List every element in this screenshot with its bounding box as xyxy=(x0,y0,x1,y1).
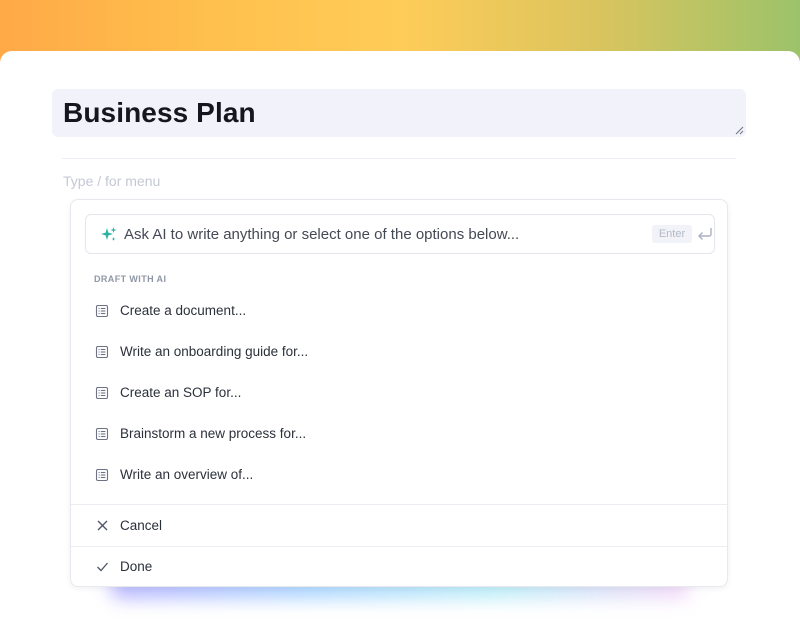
block-placeholder[interactable]: Type / for menu xyxy=(63,173,160,189)
ai-menu-panel: Enter DRAFT WITH AI Create a document... xyxy=(70,199,728,587)
list-icon xyxy=(95,468,109,482)
ai-prompt-box[interactable]: Enter xyxy=(85,214,715,254)
title-divider xyxy=(62,158,736,159)
menu-item-label: Create an SOP for... xyxy=(120,385,242,400)
done-label: Done xyxy=(120,559,153,574)
editor-card: Business Plan Type / for menu Enter DRAF… xyxy=(0,51,800,632)
enter-badge: Enter xyxy=(652,225,692,243)
menu-divider xyxy=(71,504,727,505)
close-icon xyxy=(97,520,108,531)
menu-item-create-sop[interactable]: Create an SOP for... xyxy=(71,374,727,412)
menu-item-label: Create a document... xyxy=(120,303,247,318)
menu-item-onboarding-guide[interactable]: Write an onboarding guide for... xyxy=(71,333,727,371)
menu-item-label: Write an onboarding guide for... xyxy=(120,344,309,359)
return-icon[interactable] xyxy=(696,225,714,243)
title-field[interactable]: Business Plan xyxy=(52,89,746,137)
document-title[interactable]: Business Plan xyxy=(63,97,256,129)
cancel-label: Cancel xyxy=(120,518,163,533)
resize-handle-icon[interactable] xyxy=(735,126,744,135)
section-label-draft-with-ai: DRAFT WITH AI xyxy=(94,274,167,284)
menu-item-label: Write an overview of... xyxy=(120,467,254,482)
list-icon xyxy=(95,386,109,400)
menu-item-brainstorm-process[interactable]: Brainstorm a new process for... xyxy=(71,415,727,453)
list-icon xyxy=(95,427,109,441)
cancel-button[interactable]: Cancel xyxy=(71,506,727,546)
list-icon xyxy=(95,304,109,318)
done-button[interactable]: Done xyxy=(71,547,727,587)
menu-item-create-document[interactable]: Create a document... xyxy=(71,292,727,330)
menu-item-label: Brainstorm a new process for... xyxy=(120,426,307,441)
ai-prompt-input[interactable] xyxy=(124,226,624,243)
check-icon xyxy=(97,562,108,572)
menu-item-write-overview[interactable]: Write an overview of... xyxy=(71,456,727,494)
list-icon xyxy=(95,345,109,359)
sparkle-icon xyxy=(101,227,117,241)
